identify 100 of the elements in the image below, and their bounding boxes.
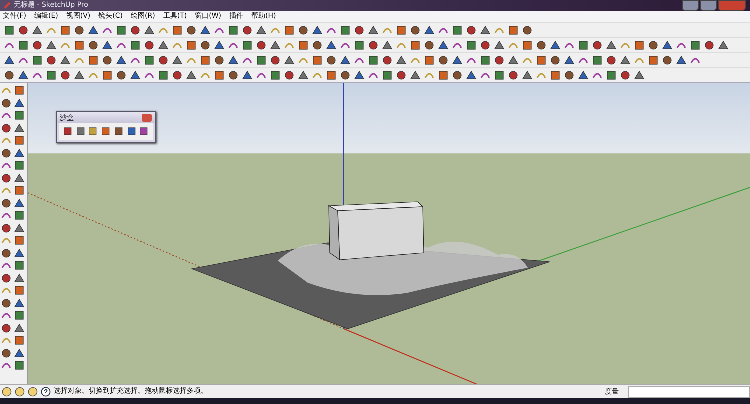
tool-icon[interactable] (284, 24, 295, 36)
tool-icon[interactable] (116, 54, 127, 66)
maximize-button[interactable] (700, 0, 717, 11)
tool-icon[interactable] (14, 285, 25, 296)
tool-icon[interactable] (200, 24, 211, 36)
tool-icon[interactable] (368, 54, 379, 66)
tool-icon[interactable] (1, 248, 12, 258)
tool-icon[interactable] (18, 70, 29, 80)
tool-icon[interactable] (114, 126, 124, 137)
tool-icon[interactable] (368, 40, 379, 50)
tool-icon[interactable] (1, 122, 12, 134)
tool-icon[interactable] (550, 40, 561, 50)
tool-icon[interactable] (144, 54, 155, 66)
tool-icon[interactable] (116, 70, 127, 80)
tool-icon[interactable] (438, 40, 449, 50)
tool-icon[interactable] (536, 40, 547, 50)
tool-icon[interactable] (14, 222, 25, 234)
tool-icon[interactable] (1, 198, 12, 208)
tool-icon[interactable] (228, 70, 239, 80)
tool-icon[interactable] (158, 54, 169, 66)
tool-icon[interactable] (88, 24, 99, 36)
tool-icon[interactable] (88, 54, 99, 66)
tool-icon[interactable] (76, 126, 86, 137)
tool-icon[interactable] (74, 40, 85, 50)
tool-icon[interactable] (298, 24, 309, 36)
tool-icon[interactable] (662, 54, 673, 66)
tool-icon[interactable] (522, 24, 533, 36)
close-button[interactable] (142, 114, 152, 122)
tool-icon[interactable] (214, 54, 225, 66)
tool-icon[interactable] (354, 24, 365, 36)
tool-icon[interactable] (354, 40, 365, 50)
tool-icon[interactable] (186, 40, 197, 50)
tool-icon[interactable] (312, 24, 323, 36)
tool-icon[interactable] (550, 54, 561, 66)
tool-icon[interactable] (424, 54, 435, 66)
tool-icon[interactable] (452, 54, 463, 66)
tool-icon[interactable] (1, 322, 12, 334)
tool-icon[interactable] (564, 70, 575, 80)
tool-icon[interactable] (14, 248, 25, 258)
tool-icon[interactable] (382, 40, 393, 50)
tool-icon[interactable] (382, 54, 393, 66)
tool-icon[interactable] (480, 54, 491, 66)
tool-icon[interactable] (270, 70, 281, 80)
tool-icon[interactable] (298, 40, 309, 50)
tool-icon[interactable] (14, 360, 25, 371)
tool-icon[interactable] (158, 40, 169, 50)
tool-icon[interactable] (256, 40, 267, 50)
tool-icon[interactable] (14, 122, 25, 134)
tool-icon[interactable] (14, 172, 25, 184)
tool-icon[interactable] (200, 40, 211, 50)
tool-icon[interactable] (32, 40, 43, 50)
tool-icon[interactable] (466, 70, 477, 80)
tool-icon[interactable] (144, 24, 155, 36)
tool-icon[interactable] (130, 24, 141, 36)
tool-icon[interactable] (46, 40, 57, 50)
tool-icon[interactable] (494, 54, 505, 66)
tool-icon[interactable] (144, 40, 155, 50)
tool-icon[interactable] (158, 70, 169, 80)
tool-icon[interactable] (60, 70, 71, 80)
tool-icon[interactable] (550, 70, 561, 80)
tool-icon[interactable] (326, 70, 337, 80)
tool-icon[interactable] (438, 54, 449, 66)
tool-icon[interactable] (14, 148, 25, 158)
tool-icon[interactable] (14, 135, 25, 146)
tool-icon[interactable] (648, 54, 659, 66)
tool-icon[interactable] (14, 298, 25, 308)
tool-icon[interactable] (1, 148, 12, 158)
tool-icon[interactable] (410, 40, 421, 50)
tool-icon[interactable] (508, 24, 519, 36)
tool-icon[interactable] (214, 40, 225, 50)
tool-icon[interactable] (14, 210, 25, 221)
tool-icon[interactable] (578, 70, 589, 80)
tool-icon[interactable] (1, 348, 12, 358)
tool-icon[interactable] (704, 40, 715, 50)
tool-icon[interactable] (480, 24, 491, 36)
tool-icon[interactable] (536, 54, 547, 66)
tool-icon[interactable] (60, 54, 71, 66)
minimize-button[interactable] (682, 0, 699, 11)
tool-icon[interactable] (424, 24, 435, 36)
tool-icon[interactable] (14, 98, 25, 108)
tool-icon[interactable] (606, 40, 617, 50)
tool-icon[interactable] (690, 40, 701, 50)
tool-icon[interactable] (101, 126, 111, 137)
tool-icon[interactable] (480, 40, 491, 50)
tool-icon[interactable] (46, 54, 57, 66)
tool-icon[interactable] (1, 260, 12, 271)
tool-icon[interactable] (466, 40, 477, 50)
tool-icon[interactable] (102, 54, 113, 66)
tool-icon[interactable] (116, 24, 127, 36)
tool-icon[interactable] (466, 24, 477, 36)
tool-icon[interactable] (14, 260, 25, 271)
tool-icon[interactable] (200, 54, 211, 66)
tool-icon[interactable] (298, 70, 309, 80)
tool-icon[interactable] (592, 40, 603, 50)
tool-icon[interactable] (396, 24, 407, 36)
tool-icon[interactable] (494, 70, 505, 80)
tool-icon[interactable] (326, 40, 337, 50)
tool-icon[interactable] (410, 70, 421, 80)
tool-icon[interactable] (14, 310, 25, 321)
tool-icon[interactable] (32, 24, 43, 36)
